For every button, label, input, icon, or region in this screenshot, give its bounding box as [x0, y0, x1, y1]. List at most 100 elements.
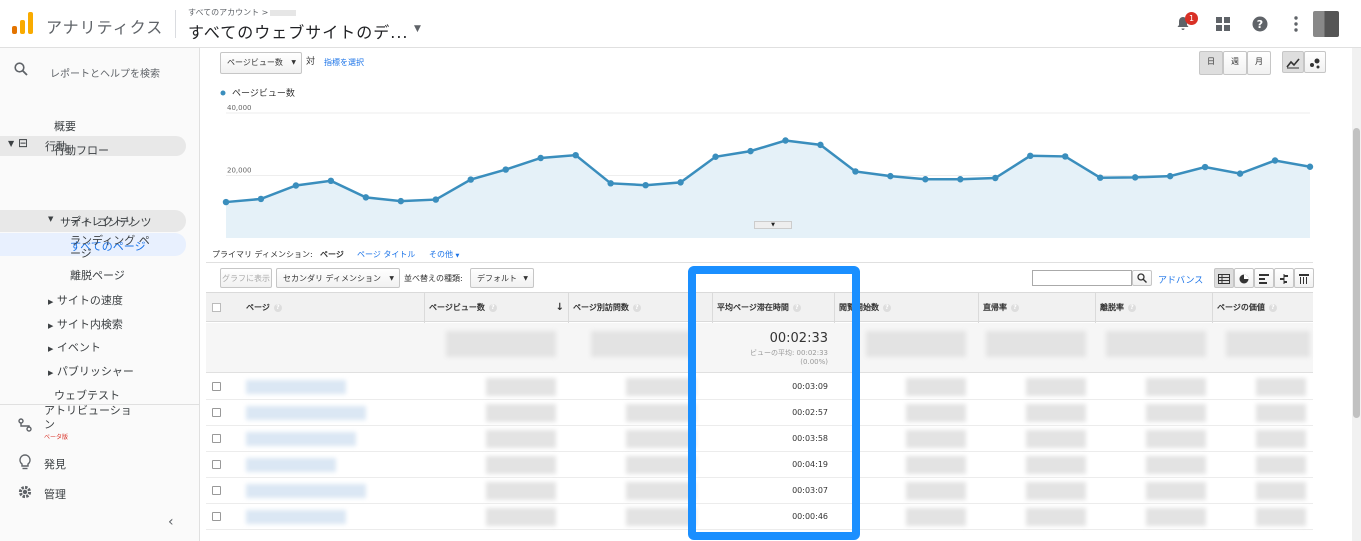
collapse-sidebar-chevron-icon[interactable]: ‹	[168, 514, 174, 530]
table-search-input[interactable]	[1032, 270, 1132, 286]
redacted-page-link[interactable]	[246, 510, 346, 524]
redacted-value	[1256, 378, 1306, 396]
analytics-logo-icon[interactable]	[12, 12, 34, 34]
sidebar-item-admin[interactable]: 管理	[44, 486, 66, 502]
table-row[interactable]: 00:03:07	[206, 478, 1313, 504]
data-point	[362, 194, 370, 201]
plot-rows-button[interactable]: グラフに表示	[220, 268, 272, 288]
column-header-page-value[interactable]: ページの価値?	[1212, 293, 1313, 323]
help-tooltip-icon[interactable]: ?	[1268, 303, 1277, 312]
pivot-view-icon[interactable]	[1294, 268, 1314, 288]
sidebar-item-behavior-flow[interactable]: 行動フロー	[54, 142, 109, 158]
sidebar-item-exit-pages[interactable]: 離脱ページ	[70, 267, 125, 283]
column-header-entrances[interactable]: 閲覧開始数?	[834, 293, 978, 323]
redacted-value	[626, 430, 696, 448]
help-icon[interactable]: ?	[1248, 12, 1272, 36]
dimension-other-link[interactable]: その他 ▼	[429, 249, 459, 260]
legend-label: ページビュー数	[232, 87, 295, 99]
svg-text:?: ?	[1257, 18, 1263, 31]
comparison-view-icon[interactable]	[1274, 268, 1294, 288]
behavior-icon: ⊟	[18, 136, 29, 150]
account-breadcrumb[interactable]: すべてのアカウント >	[188, 7, 297, 18]
sidebar-item-directory[interactable]: ディレクトリ	[70, 213, 135, 229]
row-checkbox[interactable]	[212, 512, 221, 521]
redacted-value	[626, 482, 696, 500]
select-all-checkbox[interactable]	[212, 303, 221, 312]
dimension-page-title-link[interactable]: ページ タイトル	[357, 249, 415, 260]
sidebar-item-site-search[interactable]: ▶ サイト内検索	[48, 316, 123, 332]
row-checkbox[interactable]	[212, 382, 221, 391]
redacted-page-link[interactable]	[246, 432, 356, 446]
redacted-page-link[interactable]	[246, 406, 366, 420]
table-row[interactable]: 00:03:58	[206, 426, 1313, 452]
column-header-unique-pageviews[interactable]: ページ別訪問数?	[568, 293, 712, 323]
help-tooltip-icon[interactable]: ?	[1128, 303, 1136, 312]
property-caret-icon[interactable]: ▼	[414, 24, 421, 34]
help-tooltip-icon[interactable]: ?	[488, 303, 497, 312]
column-header-exit-rate[interactable]: 離脱率?	[1095, 293, 1212, 323]
dropdown-caret-icon: ▼	[389, 275, 394, 282]
expand-caret-icon: ▶	[48, 298, 54, 306]
column-header-pageviews[interactable]: ページビュー数? ↓	[424, 293, 568, 323]
page-scrollbar-thumb[interactable]	[1353, 128, 1360, 418]
beta-badge: ベータ版	[44, 434, 69, 441]
row-checkbox[interactable]	[212, 460, 221, 469]
row-checkbox[interactable]	[212, 408, 221, 417]
redacted-value	[1026, 430, 1086, 448]
table-row[interactable]: 00:02:57	[206, 400, 1313, 426]
sidebar-item-attribution[interactable]: アトリビューション	[44, 404, 134, 432]
sidebar-item-overview[interactable]: 概要	[54, 118, 76, 134]
redacted-value	[1026, 456, 1086, 474]
pie-view-icon[interactable]	[1234, 268, 1254, 288]
sidebar-item-discover[interactable]: 発見	[44, 456, 66, 472]
sidebar-item-events[interactable]: ▶ イベント	[48, 339, 101, 355]
data-point	[572, 151, 579, 159]
user-avatar[interactable]	[1313, 11, 1339, 37]
chart-collapse-handle[interactable]: ▼	[754, 221, 792, 229]
more-vert-icon[interactable]	[1284, 12, 1308, 36]
sidebar-item-landing-pages[interactable]: ランディング ページ	[70, 234, 160, 260]
redacted-page-link[interactable]	[246, 484, 366, 498]
redacted-value	[1226, 331, 1310, 357]
y-tick-label: 20,000	[227, 167, 252, 175]
help-tooltip-icon[interactable]: ?	[1011, 303, 1019, 312]
expand-caret-icon: ▶	[48, 345, 54, 353]
avg-time-on-page-cell: 00:03:09	[792, 382, 828, 391]
section-divider	[206, 262, 1313, 263]
table-row[interactable]: 00:04:19	[206, 452, 1313, 478]
redacted-page-link[interactable]	[246, 380, 346, 394]
column-header-avg-time-on-page[interactable]: 平均ページ滞在時間?	[712, 293, 834, 323]
row-checkbox[interactable]	[212, 486, 221, 495]
data-point	[397, 197, 405, 205]
advanced-filter-link[interactable]: アドバンス	[1158, 273, 1203, 286]
performance-view-icon[interactable]	[1254, 268, 1274, 288]
redacted-page-link[interactable]	[246, 458, 336, 472]
property-selector[interactable]: すべてのウェブサイトのデ...	[188, 19, 409, 43]
table-row[interactable]: 00:03:09	[206, 374, 1313, 400]
table-search-icon[interactable]	[1132, 270, 1152, 286]
report-search[interactable]: レポートとヘルプを検索	[0, 48, 200, 92]
table-view-icon[interactable]	[1214, 268, 1234, 288]
sidebar-item-publisher[interactable]: ▶ パブリッシャー	[48, 363, 134, 379]
help-tooltip-icon[interactable]: ?	[792, 303, 801, 312]
row-checkbox[interactable]	[212, 434, 221, 443]
help-tooltip-icon[interactable]: ?	[273, 303, 282, 312]
column-header-page[interactable]: ページ?	[228, 293, 424, 323]
sort-type-select[interactable]: デフォルト ▼	[470, 268, 534, 288]
data-point	[432, 196, 440, 203]
help-tooltip-icon[interactable]: ?	[632, 303, 641, 312]
sidebar-item-experiments[interactable]: ウェブテスト	[54, 387, 120, 403]
apps-grid-icon[interactable]	[1211, 12, 1235, 36]
primary-dimension-label: プライマリ ディメンション:	[212, 250, 313, 259]
left-nav: レポートとヘルプを検索 ▼ ⊟ 行動 概要 行動フロー ▼ サイト コンテンツ …	[0, 48, 200, 541]
attribution-icon	[18, 418, 32, 435]
table-row[interactable]: 00:00:46	[206, 504, 1313, 530]
data-point	[922, 176, 929, 183]
secondary-dimension-select[interactable]: セカンダリ ディメンション ▼	[276, 268, 400, 288]
data-point	[1027, 152, 1034, 160]
redacted-value	[1256, 482, 1306, 500]
column-header-bounce-rate[interactable]: 直帰率?	[978, 293, 1095, 323]
redacted-value	[1026, 404, 1086, 422]
help-tooltip-icon[interactable]: ?	[883, 303, 891, 312]
sidebar-item-site-speed[interactable]: ▶ サイトの速度	[48, 292, 123, 308]
